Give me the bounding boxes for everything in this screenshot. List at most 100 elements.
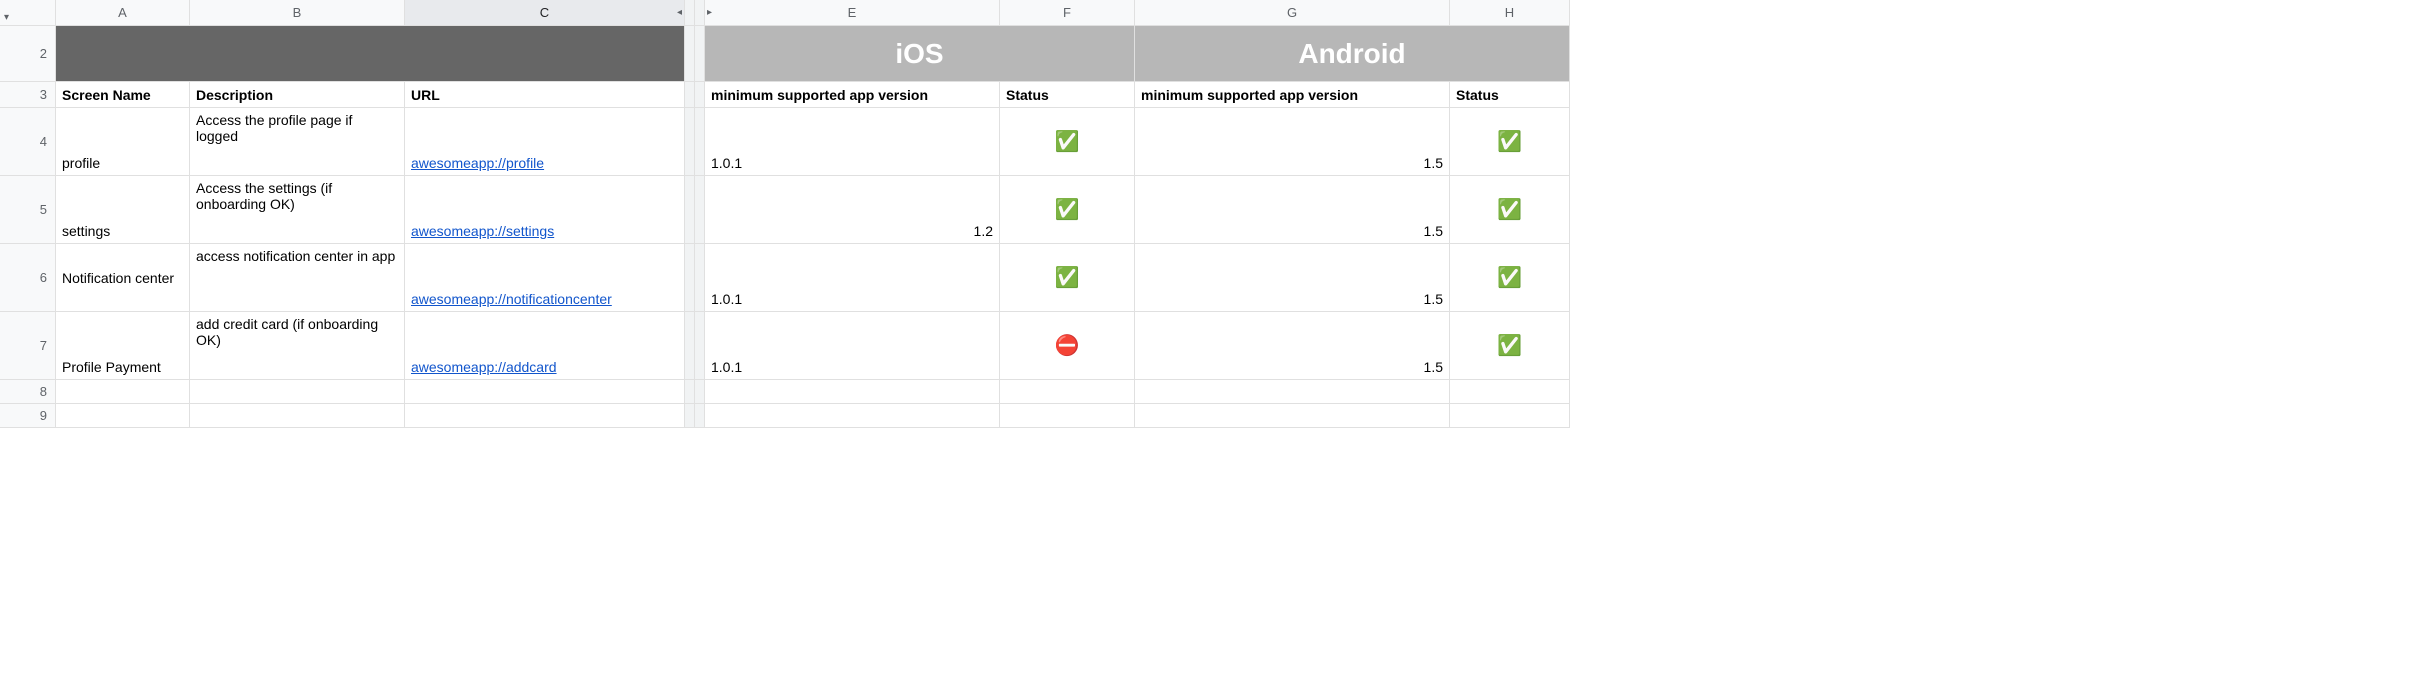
deeplink[interactable]: awesomeapp://addcard — [411, 359, 557, 375]
check-icon: ✅ — [1055, 265, 1080, 290]
header-and-status[interactable]: Status — [1450, 82, 1570, 108]
cell-ios-status[interactable]: ✅ — [1000, 176, 1135, 244]
android-title-cell[interactable]: Android — [1135, 26, 1570, 82]
empty-cell[interactable] — [1135, 380, 1450, 404]
deeplink[interactable]: awesomeapp://notificationcenter — [411, 291, 612, 307]
merged-header-left[interactable] — [56, 26, 685, 82]
spreadsheet-grid[interactable]: ▾ A B C ◂ ▸ E F G H 2 iOS Android 3 Scre… — [0, 0, 2420, 428]
group-collapse-left-icon[interactable]: ◂ — [677, 7, 682, 18]
cell-screen[interactable]: Notification center — [56, 244, 190, 312]
col-header-C[interactable]: C ◂ — [405, 0, 685, 26]
corner-dropdown-icon[interactable]: ▾ — [4, 12, 9, 23]
row-header-2[interactable]: 2 — [0, 26, 56, 82]
check-icon: ✅ — [1055, 197, 1080, 222]
hidden-col-gap[interactable] — [685, 380, 695, 404]
hidden-col-gap[interactable] — [695, 404, 705, 428]
empty-cell[interactable] — [1450, 380, 1570, 404]
cell-screen[interactable]: settings — [56, 176, 190, 244]
cell-and-ver[interactable]: 1.5 — [1135, 176, 1450, 244]
col-header-G[interactable]: G — [1135, 0, 1450, 26]
cell-url[interactable]: awesomeapp://profile — [405, 108, 685, 176]
header-ios-minver[interactable]: minimum supported app version — [705, 82, 1000, 108]
hidden-col-gap[interactable] — [685, 82, 695, 108]
cell-ios-status[interactable]: ✅ — [1000, 108, 1135, 176]
cell-ios-ver[interactable]: 1.0.1 — [705, 244, 1000, 312]
hidden-col-gap[interactable] — [695, 312, 705, 380]
hidden-col-gap[interactable] — [685, 108, 695, 176]
check-icon: ✅ — [1497, 265, 1522, 290]
col-header-H[interactable]: H — [1450, 0, 1570, 26]
header-url[interactable]: URL — [405, 82, 685, 108]
empty-cell[interactable] — [705, 404, 1000, 428]
cell-desc[interactable]: access notification center in app — [190, 244, 405, 312]
select-all-corner[interactable]: ▾ — [0, 0, 56, 26]
row-header-5[interactable]: 5 — [0, 176, 56, 244]
deeplink[interactable]: awesomeapp://profile — [411, 155, 544, 171]
hidden-col-gap[interactable] — [695, 26, 705, 82]
hidden-col-gap[interactable] — [695, 108, 705, 176]
group-collapse-right-icon[interactable]: ▸ — [707, 7, 712, 18]
empty-cell[interactable] — [1000, 380, 1135, 404]
header-description[interactable]: Description — [190, 82, 405, 108]
hidden-col-gap[interactable] — [685, 404, 695, 428]
hidden-col-gap[interactable] — [685, 26, 695, 82]
cell-and-status[interactable]: ✅ — [1450, 312, 1570, 380]
hidden-col-gap[interactable] — [695, 176, 705, 244]
cell-desc[interactable]: Access the profile page if logged — [190, 108, 405, 176]
cell-desc[interactable]: add credit card (if onboarding OK) — [190, 312, 405, 380]
hidden-col-gap[interactable] — [695, 82, 705, 108]
cell-and-status[interactable]: ✅ — [1450, 176, 1570, 244]
empty-cell[interactable] — [1135, 404, 1450, 428]
empty-cell[interactable] — [190, 380, 405, 404]
empty-cell[interactable] — [705, 380, 1000, 404]
col-header-A[interactable]: A — [56, 0, 190, 26]
deeplink[interactable]: awesomeapp://settings — [411, 223, 554, 239]
cell-and-status[interactable]: ✅ — [1450, 108, 1570, 176]
cell-desc[interactable]: Access the settings (if onboarding OK) — [190, 176, 405, 244]
cell-ios-ver[interactable]: 1.0.1 — [705, 108, 1000, 176]
empty-cell[interactable] — [56, 380, 190, 404]
cell-and-ver[interactable]: 1.5 — [1135, 244, 1450, 312]
cell-and-ver[interactable]: 1.5 — [1135, 108, 1450, 176]
check-icon: ✅ — [1497, 333, 1522, 358]
col-header-F[interactable]: F — [1000, 0, 1135, 26]
hidden-col-handle-left[interactable] — [685, 0, 695, 26]
hidden-col-gap[interactable] — [695, 380, 705, 404]
row-header-9[interactable]: 9 — [0, 404, 56, 428]
cell-and-status[interactable]: ✅ — [1450, 244, 1570, 312]
empty-cell[interactable] — [56, 404, 190, 428]
cell-ios-status[interactable]: ✅ — [1000, 244, 1135, 312]
header-and-minver[interactable]: minimum supported app version — [1135, 82, 1450, 108]
cell-ios-ver[interactable]: 1.2 — [705, 176, 1000, 244]
cell-url[interactable]: awesomeapp://notificationcenter — [405, 244, 685, 312]
header-ios-status[interactable]: Status — [1000, 82, 1135, 108]
hidden-col-handle-right[interactable] — [695, 0, 705, 26]
empty-cell[interactable] — [190, 404, 405, 428]
row-header-6[interactable]: 6 — [0, 244, 56, 312]
cell-screen[interactable]: Profile Payment — [56, 312, 190, 380]
empty-cell[interactable] — [1450, 404, 1570, 428]
ios-title: iOS — [895, 38, 943, 70]
row-header-4[interactable]: 4 — [0, 108, 56, 176]
hidden-col-gap[interactable] — [685, 176, 695, 244]
cell-ios-status[interactable]: ⛔ — [1000, 312, 1135, 380]
col-header-C-label: C — [540, 5, 549, 20]
cell-screen[interactable]: profile — [56, 108, 190, 176]
row-header-8[interactable]: 8 — [0, 380, 56, 404]
hidden-col-gap[interactable] — [695, 244, 705, 312]
hidden-col-gap[interactable] — [685, 312, 695, 380]
hidden-col-gap[interactable] — [685, 244, 695, 312]
row-header-3[interactable]: 3 — [0, 82, 56, 108]
header-screen-name[interactable]: Screen Name — [56, 82, 190, 108]
cell-url[interactable]: awesomeapp://settings — [405, 176, 685, 244]
cell-and-ver[interactable]: 1.5 — [1135, 312, 1450, 380]
col-header-E[interactable]: ▸ E — [705, 0, 1000, 26]
cell-ios-ver[interactable]: 1.0.1 — [705, 312, 1000, 380]
empty-cell[interactable] — [405, 380, 685, 404]
row-header-7[interactable]: 7 — [0, 312, 56, 380]
cell-url[interactable]: awesomeapp://addcard — [405, 312, 685, 380]
empty-cell[interactable] — [405, 404, 685, 428]
empty-cell[interactable] — [1000, 404, 1135, 428]
ios-title-cell[interactable]: iOS — [705, 26, 1135, 82]
col-header-B[interactable]: B — [190, 0, 405, 26]
